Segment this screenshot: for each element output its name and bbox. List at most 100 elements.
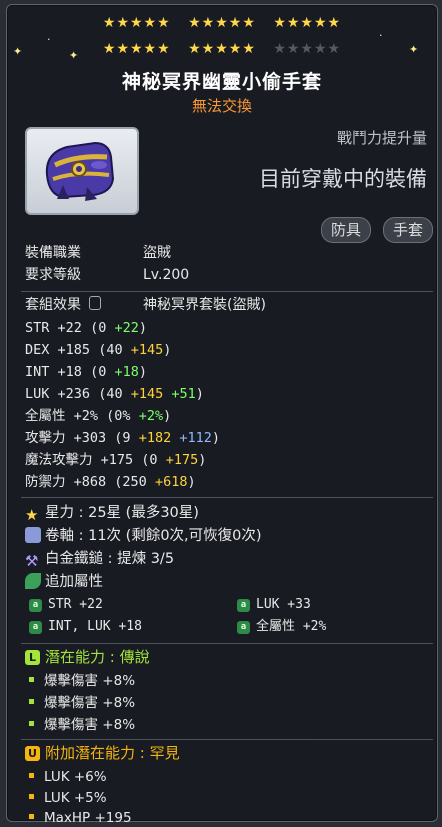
- bonus-stat: a INT, LUK +18: [29, 618, 142, 636]
- stat-base: (0: [141, 452, 158, 468]
- star-icon: ★: [25, 506, 39, 524]
- stat-bonus: +175: [165, 452, 199, 468]
- bullet-icon: [29, 814, 34, 819]
- potential-line: 爆擊傷害 +8%: [29, 694, 135, 712]
- potential-line: 爆擊傷害 +8%: [29, 716, 135, 734]
- stat-total: +22: [57, 320, 82, 336]
- bonus-stats-header: 追加屬性: [25, 572, 103, 592]
- additional-potential-line: LUK +6%: [29, 768, 107, 786]
- stat-total: +18: [57, 364, 82, 380]
- starforce-stars-row-1: ★★★★★ ★★★★★ ★★★★★: [7, 15, 437, 31]
- stat-bonus: +182: [138, 430, 172, 446]
- legendary-grade-icon: L: [25, 650, 40, 665]
- stat-base: (40: [98, 342, 123, 358]
- bonus-grade-icon: a: [29, 621, 42, 634]
- stat-base: (9: [114, 430, 131, 446]
- hammer-icon: ⚒: [25, 552, 39, 570]
- stat-total: +868: [73, 474, 107, 490]
- stat-name: DEX: [25, 342, 50, 358]
- set-effect-value: 神秘冥界套裝(盜賊): [143, 297, 266, 313]
- stat-bonus: +145: [130, 342, 164, 358]
- stat-bonus: +618: [154, 474, 188, 490]
- potential-header: L 潛在能力 : 傳說: [25, 647, 150, 667]
- set-effect: 套組效果 神秘冥界套裝(盜賊): [25, 295, 266, 315]
- stat-bonus: +112: [179, 430, 212, 446]
- stat-row: 魔法攻擊力 +175 (0 +175): [25, 452, 207, 468]
- star-group: ★★★★★: [102, 41, 171, 57]
- stat-name: STR: [25, 320, 50, 336]
- divider: [21, 739, 433, 740]
- stat-row: 防禦力 +868 (250 +618): [25, 474, 196, 490]
- stat-total: +2%: [73, 408, 99, 424]
- sparkle-icon: ✦: [409, 43, 419, 56]
- stat-total: +185: [57, 342, 91, 358]
- stat-base: (40: [98, 386, 123, 402]
- stat-base: (0: [90, 364, 107, 380]
- stat-name: 攻擊力: [25, 430, 66, 446]
- stat-row: DEX +185 (40 +145): [25, 342, 172, 358]
- star-group: ★★★★★: [188, 41, 256, 57]
- bonus-stat: a STR +22: [29, 596, 103, 614]
- bullet-icon: [29, 721, 34, 726]
- hammer-info: ⚒ 白金鐵鎚 : 提煉 3/5: [25, 549, 174, 569]
- additional-potential-label: 附加潛在能力 : 罕見: [45, 744, 180, 762]
- mouse-icon: [89, 296, 102, 310]
- stat-bonus: +2%: [138, 408, 164, 424]
- bonus-stat: a 全屬性 +2%: [237, 618, 326, 636]
- stat-row: STR +22 (0 +22): [25, 320, 147, 336]
- bonus-grade-icon: a: [29, 599, 42, 612]
- stat-total: +303: [73, 430, 107, 446]
- additional-potential-line: LUK +5%: [29, 789, 107, 807]
- item-name: 神秘冥界幽靈小偷手套: [121, 71, 322, 93]
- stat-name: INT: [25, 364, 50, 380]
- scroll-text: 卷軸 : 11次 (剩餘0次,可恢復0次): [45, 528, 262, 544]
- hammer-text: 白金鐵鎚 : 提煉 3/5: [45, 551, 175, 567]
- job-label: 裝備職業: [25, 245, 81, 261]
- job-requirement: 裝備職業 盜賊: [25, 243, 171, 263]
- stat-base: (0: [90, 320, 107, 336]
- currently-equipped-label: 目前穿戴中的裝備: [259, 167, 427, 191]
- divider: [21, 497, 433, 498]
- stat-bonus: +145: [130, 386, 164, 402]
- stat-row: 攻擊力 +303 (9 +182 +112): [25, 430, 221, 446]
- stat-name: 全屬性: [25, 408, 66, 424]
- power-increase-label: 戰鬥力提升量: [336, 129, 427, 147]
- stat-bonus: +22: [114, 320, 139, 336]
- level-requirement: 要求等級 Lv.200: [25, 265, 189, 285]
- bonus-stat: a LUK +33: [237, 596, 311, 614]
- bonus-grade-icon: a: [237, 599, 250, 612]
- bonus-grade-icon: a: [237, 621, 250, 634]
- stat-row: LUK +236 (40 +145 +51): [25, 386, 204, 402]
- job-value: 盜賊: [143, 245, 171, 261]
- glove-icon: [45, 141, 115, 201]
- level-value: Lv.200: [143, 267, 190, 283]
- stat-total: +175: [100, 452, 134, 468]
- stat-name: 防禦力: [25, 474, 66, 490]
- scroll-icon: [25, 527, 41, 543]
- leaf-icon: [25, 573, 41, 589]
- stat-total: +236: [57, 386, 91, 402]
- additional-potential-header: U 附加潛在能力 : 罕見: [25, 743, 180, 763]
- star-group-empty: ★★★★★: [273, 41, 342, 57]
- stat-bonus: +18: [114, 364, 139, 380]
- sparkle-icon: ✦: [13, 45, 23, 58]
- category-tag-gloves: 手套: [383, 217, 434, 243]
- star-group: ★★★★★: [188, 15, 256, 31]
- star-group: ★★★★★: [273, 15, 342, 31]
- item-icon-box: [25, 127, 139, 215]
- stat-base: (0%: [106, 408, 131, 424]
- stat-base: (250: [114, 474, 147, 490]
- potential-line: 爆擊傷害 +8%: [29, 672, 135, 690]
- starforce-text: 星力 : 25星 (最多30星): [45, 505, 199, 521]
- sparkle-icon: ·: [379, 29, 383, 42]
- bullet-icon: [29, 677, 34, 682]
- divider: [21, 291, 433, 292]
- additional-potential-line: MaxHP +195: [29, 809, 132, 827]
- category-tag-armor: 防具: [321, 217, 372, 243]
- stat-name: LUK: [25, 386, 50, 402]
- level-label: 要求等級: [25, 267, 81, 283]
- sparkle-icon: ·: [47, 33, 51, 46]
- bonus-stats-label: 追加屬性: [45, 574, 103, 590]
- divider: [21, 643, 433, 644]
- stat-row: 全屬性 +2% (0% +2%): [25, 408, 172, 424]
